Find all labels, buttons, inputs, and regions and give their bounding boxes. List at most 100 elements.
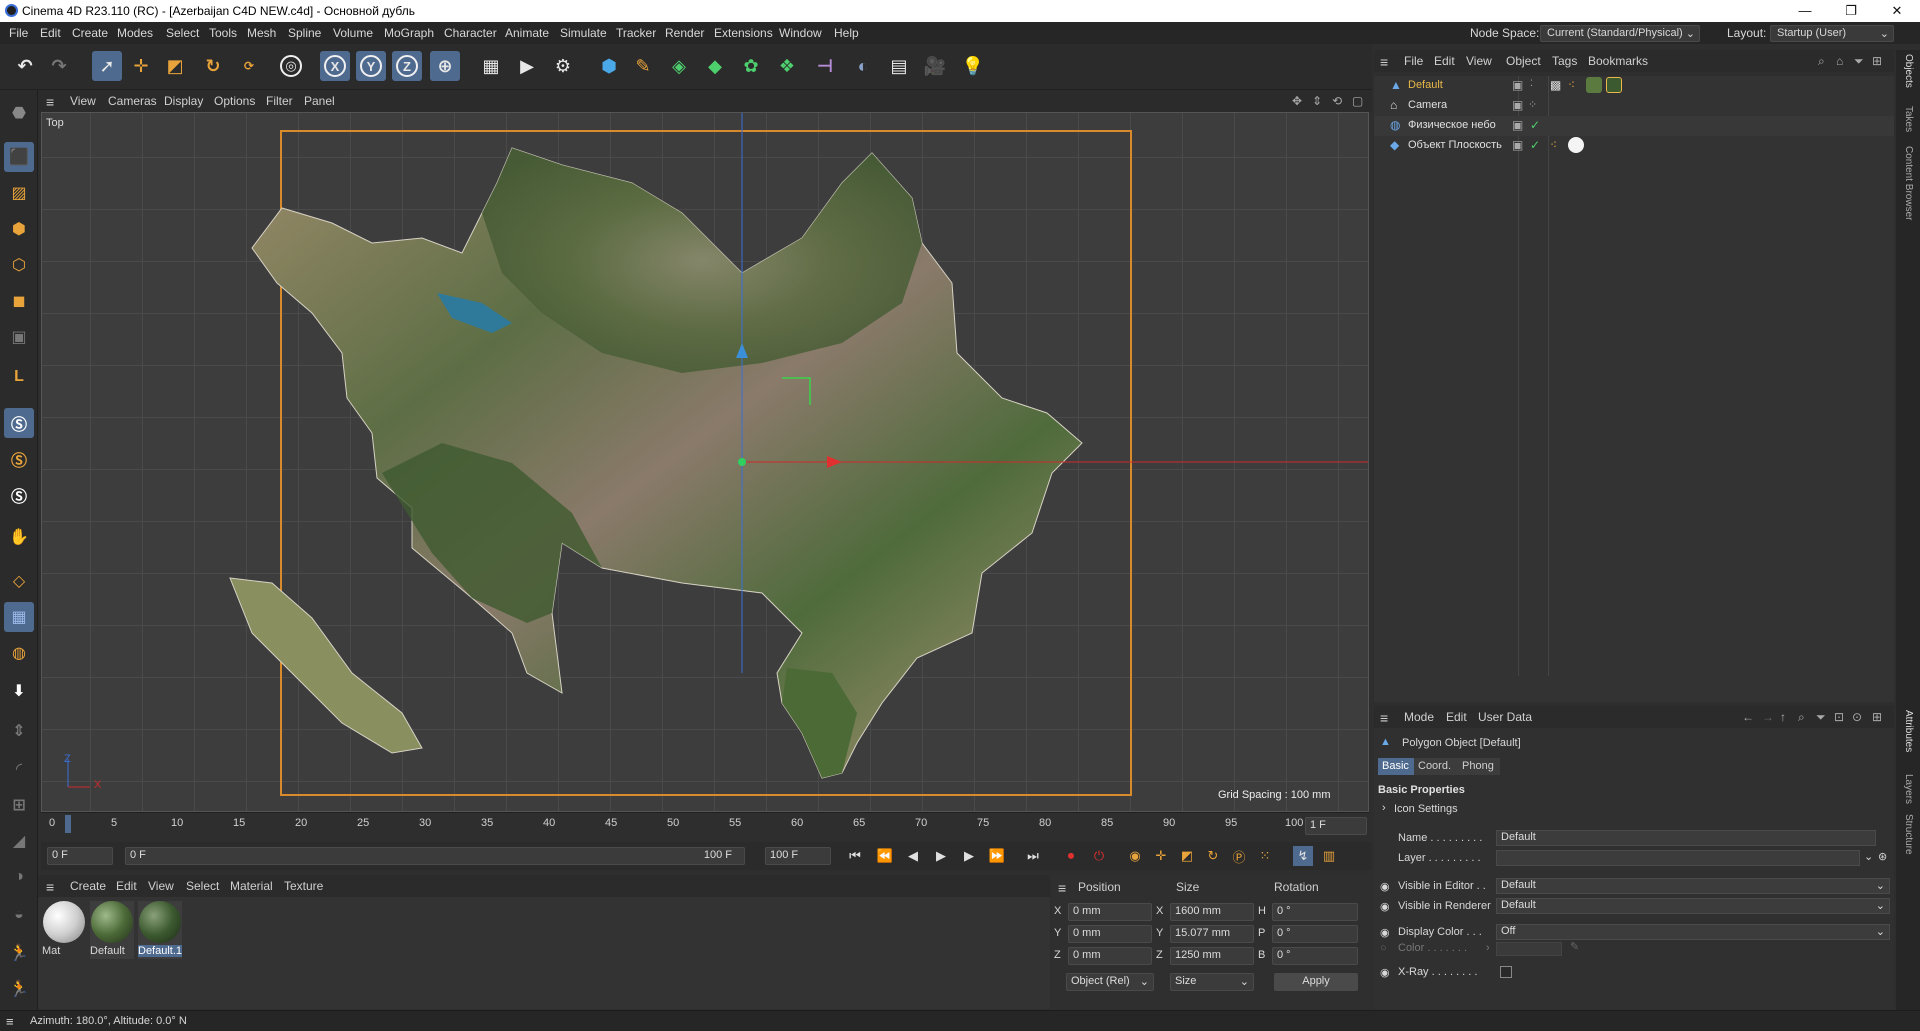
sculpt-icon[interactable]: ◜ — [4, 754, 34, 784]
menu-volume[interactable]: Volume — [333, 26, 373, 40]
menu-window[interactable]: Window — [779, 26, 822, 40]
position-z-field[interactable]: 0 mm — [1068, 947, 1152, 965]
checker-tag-icon[interactable]: ▩ — [1550, 78, 1561, 92]
menu-extensions[interactable]: Extensions — [714, 26, 773, 40]
recent-tools-icon[interactable]: ⟳ — [234, 51, 264, 81]
floor-icon[interactable]: ▤ — [884, 51, 914, 81]
menu-modes[interactable]: Modes — [117, 26, 153, 40]
viewport-menu-panel[interactable]: Panel — [304, 94, 335, 108]
rotation-h-field[interactable]: 0 ° — [1272, 903, 1358, 921]
current-frame-field[interactable]: 1 F — [1305, 817, 1367, 835]
size-x-field[interactable]: 1600 mm — [1170, 903, 1254, 921]
viewport-menu-cameras[interactable]: Cameras — [108, 94, 157, 108]
material-menu-edit[interactable]: Edit — [116, 879, 137, 893]
node-space-dropdown[interactable]: Current (Standard/Physical) ⌄ — [1540, 25, 1700, 42]
cube-icon[interactable]: ⬢ — [594, 51, 624, 81]
enabled-check-icon[interactable]: ✓ — [1530, 138, 1540, 152]
material-menu-texture[interactable]: Texture — [284, 879, 323, 893]
edges-mode-icon[interactable]: ⬡ — [4, 250, 34, 280]
object-row[interactable]: ◍ Физическое небо ▣ ✓ — [1374, 116, 1894, 136]
slider-icon[interactable]: ⊞ — [4, 790, 34, 820]
move-tool-icon[interactable]: ✛ — [126, 51, 156, 81]
play-icon[interactable]: ▶ — [931, 846, 951, 866]
autokey-icon[interactable]: ⏻ — [1089, 846, 1109, 866]
render-region-icon[interactable]: ▦ — [476, 51, 506, 81]
target-icon[interactable]: ⊛ — [1878, 850, 1887, 863]
align-workplane-icon[interactable]: ⇕ — [4, 716, 34, 746]
character-icon[interactable]: 🏃 — [4, 938, 34, 968]
object-menu-bookmarks[interactable]: Bookmarks — [1588, 54, 1648, 68]
animation-circle-icon[interactable]: ◉ — [1380, 966, 1390, 979]
layout-dropdown[interactable]: Startup (User) ⌄ — [1770, 25, 1894, 42]
phong-tag-icon[interactable]: ⁖ — [1550, 138, 1557, 152]
rotation-b-field[interactable]: 0 ° — [1272, 947, 1358, 965]
material-tag-icon[interactable] — [1606, 77, 1622, 93]
model-mode-icon[interactable]: ⬛ — [4, 142, 34, 172]
keyframe-selection-icon[interactable]: ◉ — [1125, 846, 1145, 866]
material-menu-create[interactable]: Create — [70, 879, 106, 893]
next-key-icon[interactable]: ⏩ — [987, 846, 1007, 866]
key-position-icon[interactable]: ✛ — [1151, 846, 1171, 866]
terrain-map[interactable] — [42, 113, 1369, 812]
tab-phong[interactable]: Phong — [1456, 758, 1500, 775]
menu-animate[interactable]: Animate — [505, 26, 549, 40]
redo-icon[interactable]: ↷ — [44, 51, 74, 81]
menu-create[interactable]: Create — [72, 26, 108, 40]
viewport-menu-view[interactable]: View — [70, 94, 96, 108]
hamburger-icon[interactable]: ≡ — [1380, 710, 1388, 726]
light-icon[interactable]: 💡 — [958, 51, 988, 81]
object-menu-tags[interactable]: Tags — [1552, 54, 1577, 68]
expand-icon[interactable]: ⊞ — [1872, 710, 1882, 724]
minimize-button[interactable]: — — [1782, 0, 1828, 22]
material-tag-icon[interactable] — [1586, 77, 1602, 93]
attr-menu-edit[interactable]: Edit — [1446, 710, 1467, 724]
start-frame-field[interactable]: 0 F — [47, 847, 113, 865]
menu-mesh[interactable]: Mesh — [247, 26, 276, 40]
scale-tool-icon[interactable]: ◩ — [160, 51, 190, 81]
layer-toggle-icon[interactable]: ▣ — [1512, 118, 1523, 132]
expand-icon[interactable]: ⊞ — [1872, 54, 1882, 68]
phong-tag-icon[interactable]: ⁖ — [1568, 78, 1575, 92]
up-arrow-icon[interactable]: ↑ — [1780, 710, 1786, 724]
hamburger-icon[interactable]: ≡ — [1380, 54, 1388, 70]
range-slider[interactable]: 0 F 100 F — [125, 847, 745, 865]
cloner-icon[interactable]: ✿ — [736, 51, 766, 81]
filter-icon[interactable]: ⏷ — [1816, 710, 1826, 725]
paint-icon[interactable]: ◑ — [4, 862, 34, 892]
viewport-menu-display[interactable]: Display — [164, 94, 203, 108]
tweak-mode-icon[interactable]: ✋ — [4, 522, 34, 552]
attr-menu-mode[interactable]: Mode — [1404, 710, 1434, 724]
go-to-end-icon[interactable]: ⏭ — [1023, 846, 1043, 866]
world-coordinates-icon[interactable]: ⊕ — [430, 51, 460, 81]
tab-coord[interactable]: Coord. — [1414, 758, 1456, 775]
x-axis-lock-icon[interactable]: X — [320, 51, 350, 81]
search-icon[interactable]: ⌕ — [1818, 54, 1825, 69]
end-frame-field[interactable]: 100 F — [765, 847, 831, 865]
stamp-icon[interactable]: ◒ — [4, 900, 34, 930]
menu-character[interactable]: Character — [444, 26, 497, 40]
motion-icon[interactable]: 🏃 — [4, 974, 34, 1004]
grid-icon[interactable]: ▦ — [4, 602, 34, 632]
rotation-p-field[interactable]: 0 ° — [1272, 925, 1358, 943]
volume-builder-icon[interactable]: ❖ — [772, 51, 802, 81]
coordinate-system-icon[interactable]: ◎ — [276, 51, 306, 81]
menu-render[interactable]: Render — [665, 26, 704, 40]
snap-settings-icon[interactable]: Ⓢ — [4, 444, 34, 474]
coordinate-mode-dropdown[interactable]: Object (Rel) ⌄ — [1066, 973, 1154, 991]
tab-content-browser[interactable]: Content Browser — [1903, 146, 1914, 220]
tab-attributes[interactable]: Attributes — [1903, 710, 1914, 752]
display-color-dropdown[interactable]: Off ⌄ — [1496, 924, 1890, 940]
menu-mograph[interactable]: MoGraph — [384, 26, 434, 40]
home-icon[interactable]: ⌂ — [1836, 54, 1843, 68]
menu-file[interactable]: File — [9, 26, 28, 40]
size-y-field[interactable]: 15.077 mm — [1170, 925, 1254, 943]
tab-takes[interactable]: Takes — [1903, 106, 1914, 132]
object-menu-view[interactable]: View — [1466, 54, 1492, 68]
key-pla-icon[interactable]: ⁙ — [1255, 846, 1275, 866]
brush-icon[interactable]: ◢ — [4, 826, 34, 856]
material-tag-icon[interactable] — [1568, 137, 1584, 153]
render-view-icon[interactable]: ▶ — [512, 51, 542, 81]
key-param-icon[interactable]: Ⓟ — [1229, 846, 1249, 866]
menu-tracker[interactable]: Tracker — [616, 26, 656, 40]
layer-field[interactable] — [1496, 850, 1860, 866]
